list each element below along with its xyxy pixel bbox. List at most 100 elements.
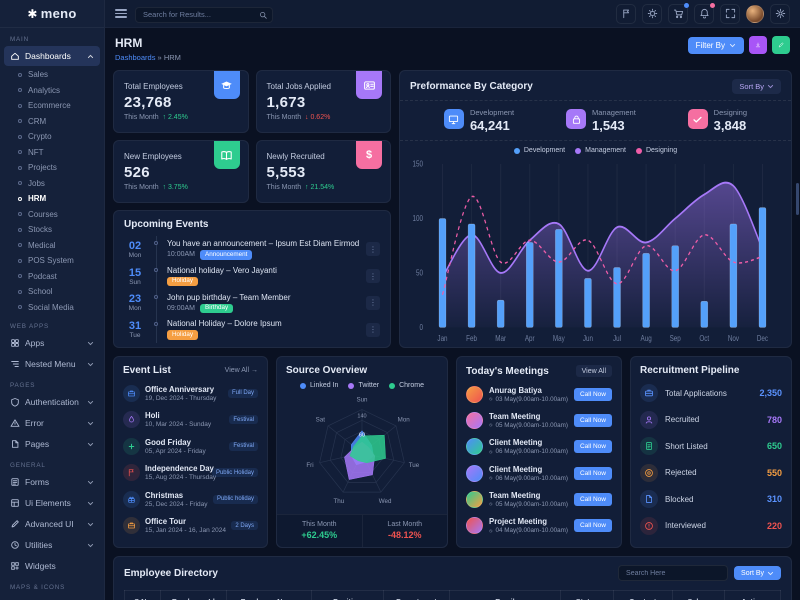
cart-icon[interactable] [668, 4, 688, 24]
performance-stat-label: Management [592, 108, 636, 117]
sidebar-subitem-courses[interactable]: Courses [0, 207, 104, 223]
call-now-button[interactable]: Call Now [574, 493, 612, 506]
sidebar-subitem-projects[interactable]: Projects [0, 160, 104, 176]
column-header-contact[interactable]: Contact [613, 591, 672, 600]
kebab-menu-icon[interactable]: ⋮ [366, 269, 380, 283]
sidebar-subitem-sales[interactable]: Sales [0, 67, 104, 83]
column-header-department[interactable]: Department [384, 591, 450, 600]
column-header-position[interactable]: Position [311, 591, 383, 600]
sidebar-item-advanced-ui[interactable]: Advanced UI [4, 514, 100, 534]
upcoming-event-row[interactable]: 02Mon You have an announcement – Ipsum E… [124, 236, 380, 263]
sidebar-subitem-medical[interactable]: Medical [0, 238, 104, 254]
svg-text:Aug: Aug [641, 335, 652, 344]
flag-icon[interactable] [616, 4, 636, 24]
sidebar-item-utilities[interactable]: Utilities [4, 535, 100, 555]
download-button[interactable] [749, 36, 767, 54]
stat-card-total-jobs-applied[interactable]: Total Jobs Applied 1,673 This Month ↓ 0.… [256, 70, 392, 133]
user-avatar[interactable] [746, 5, 764, 23]
event-list-item[interactable]: Christmas 25, Dec 2024 - Friday Public h… [123, 486, 258, 513]
sun-icon[interactable] [642, 4, 662, 24]
column-header-email[interactable]: Email [449, 591, 561, 600]
sidebar-subitem-school[interactable]: School [0, 284, 104, 300]
column-header-status[interactable]: Status [561, 591, 613, 600]
call-now-button[interactable]: Call Now [574, 414, 612, 427]
sidebar-subitem-pos-system[interactable]: POS System [0, 253, 104, 269]
sidebar-item-error[interactable]: Error [4, 413, 100, 433]
meetings-view-all-button[interactable]: View All [576, 365, 612, 377]
event-list-item[interactable]: Holi 10, Mar 2024 - Sunday Festival [123, 407, 258, 434]
column-header-action[interactable]: Action [725, 591, 781, 600]
avatar [466, 386, 483, 403]
sidebar-item-apps[interactable]: Apps [4, 333, 100, 353]
sidebar-subitem-ecommerce[interactable]: Ecommerce [0, 98, 104, 114]
bell-icon[interactable] [694, 4, 714, 24]
event-list-item[interactable]: Office Anniversary 19, Dec 2024 - Thursd… [123, 380, 258, 407]
filter-by-button[interactable]: Filter By [688, 37, 744, 54]
brand-logo[interactable]: ✱ meno [0, 0, 104, 28]
gear-icon[interactable] [770, 4, 790, 24]
pipeline-label: Blocked [665, 495, 693, 504]
event-list-item[interactable]: Office Tour 15, Jan 2024 - 16, Jan 2024 … [123, 513, 258, 540]
event-list-item[interactable]: Good Friday 05, Apr 2024 - Friday Festiv… [123, 433, 258, 460]
hamburger-menu-icon[interactable] [115, 9, 127, 17]
sidebar-subitem-hrm[interactable]: HRM [0, 191, 104, 207]
sidebar-item-widgets[interactable]: Widgets [4, 556, 100, 576]
call-now-button[interactable]: Call Now [574, 467, 612, 480]
sidebar-subitem-analytics[interactable]: Analytics [0, 83, 104, 99]
directory-sort-by-button[interactable]: Sort By [734, 566, 781, 580]
event-date: 25, Dec 2024 - Friday [145, 501, 208, 508]
kebab-menu-icon[interactable]: ⋮ [366, 296, 380, 310]
call-now-button[interactable]: Call Now [574, 440, 612, 453]
call-now-button[interactable]: Call Now [574, 388, 612, 401]
svg-text:Sun: Sun [356, 396, 368, 403]
sidebar-item-dashboards[interactable]: Dashboards [4, 46, 100, 66]
event-date: 05, Apr 2024 - Friday [145, 448, 206, 455]
sidebar-subitem-podcast[interactable]: Podcast [0, 269, 104, 285]
sort-by-button[interactable]: Sort By [732, 79, 781, 94]
column-header-salary[interactable]: Salary [672, 591, 724, 600]
stat-card-new-employees[interactable]: New Employees 526 This Month ↑ 3.75% [113, 140, 249, 203]
column-header-employee-id[interactable]: Employee Id [161, 591, 227, 600]
pipeline-label: Rejected [665, 468, 697, 477]
column-header-s-no[interactable]: S.No [125, 591, 161, 600]
sidebar-item-nested-menu[interactable]: Nested Menu [4, 354, 100, 374]
directory-search-input[interactable] [618, 565, 728, 581]
call-now-button[interactable]: Call Now [574, 519, 612, 532]
event-list-item[interactable]: Independence Day 15, Aug 2024 - Thursday… [123, 460, 258, 487]
event-list-title: Event List [123, 365, 171, 376]
sidebar-item-forms[interactable]: Forms [4, 472, 100, 492]
target-icon [640, 464, 658, 482]
event-date: 23 [124, 293, 146, 305]
edit-button[interactable] [772, 36, 790, 54]
monitor-icon [444, 109, 464, 129]
sidebar-item-ui-elements[interactable]: Ui Elements [4, 493, 100, 513]
check-icon [688, 109, 708, 129]
scrollbar-thumb[interactable] [796, 183, 799, 215]
stat-card-total-employees[interactable]: Total Employees 23,768 This Month ↑ 2.45… [113, 70, 249, 133]
search-input[interactable] [135, 7, 273, 23]
breadcrumb-dashboards[interactable]: Dashboards [115, 53, 155, 62]
sidebar-subitem-social-media[interactable]: Social Media [0, 300, 104, 316]
event-list-view-all-link[interactable]: View All → [225, 367, 258, 374]
sidebar-subitem-nft[interactable]: NFT [0, 145, 104, 161]
sidebar-item-authentication[interactable]: Authentication [4, 392, 100, 412]
sidebar-item-pages[interactable]: Pages [4, 434, 100, 454]
column-header-employee-name[interactable]: Employee Name [226, 591, 311, 600]
stat-card-newly-recruited[interactable]: $ Newly Recruited 5,553 This Month ↑ 21.… [256, 140, 392, 203]
sidebar-subitem-crypto[interactable]: Crypto [0, 129, 104, 145]
sidebar-subitem-crm[interactable]: CRM [0, 114, 104, 130]
sidebar-subitem-stocks[interactable]: Stocks [0, 222, 104, 238]
kebab-menu-icon[interactable]: ⋮ [366, 242, 380, 256]
avatar [466, 438, 483, 455]
event-day: Mon [124, 252, 146, 259]
svg-text:Apr: Apr [525, 335, 535, 344]
upcoming-event-row[interactable]: 31Tue National Holiday – Dolore Ipsum Ho… [124, 316, 380, 343]
upcoming-event-row[interactable]: 15Sun National holiday – Vero Jayanti Ho… [124, 263, 380, 290]
expand-icon[interactable] [720, 4, 740, 24]
pipeline-list: Total Applications 2,350 Recruited 780 S… [640, 380, 782, 539]
upcoming-event-row[interactable]: 23Mon John pup birthday – Team Member 09… [124, 290, 380, 317]
nested-menu-icon [10, 359, 20, 369]
kebab-menu-icon[interactable]: ⋮ [366, 323, 380, 337]
event-badge: 2 Days [231, 521, 258, 530]
sidebar-subitem-jobs[interactable]: Jobs [0, 176, 104, 192]
